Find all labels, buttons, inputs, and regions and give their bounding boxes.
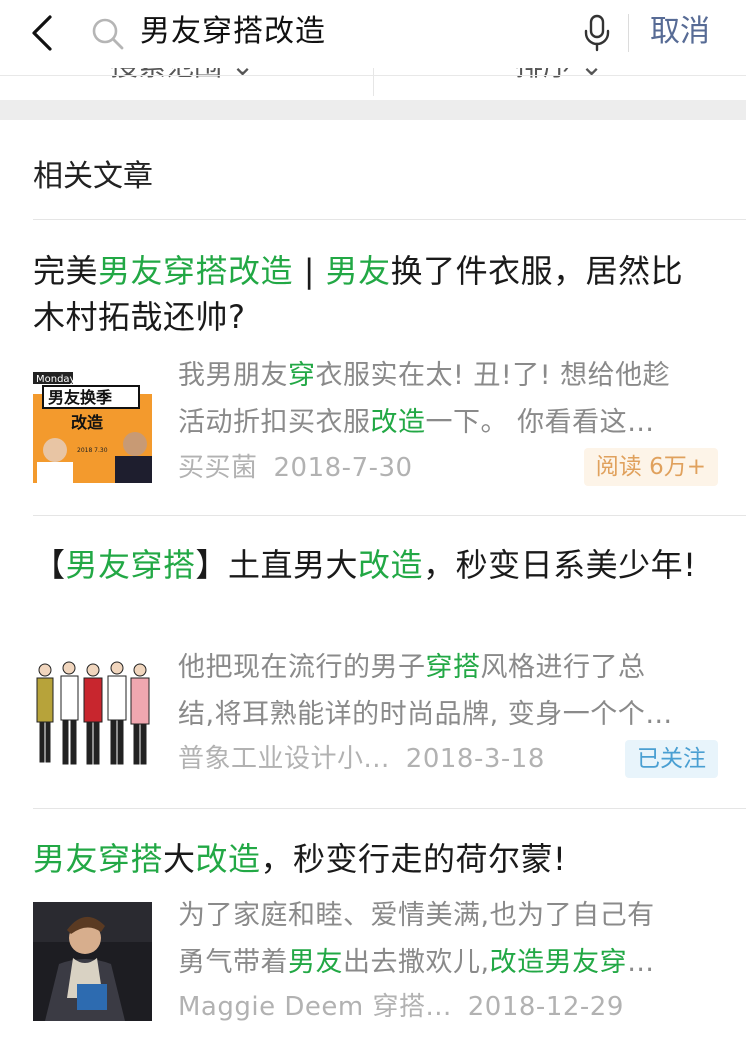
divider xyxy=(33,515,746,516)
article-meta: Maggie Deem 穿搭... 2018-12-29 xyxy=(178,989,624,1025)
title-text: ，秒变行走的荷尔蒙! xyxy=(260,840,567,878)
title-highlight: 男友穿搭改造 xyxy=(98,252,294,290)
search-input[interactable]: 男友穿搭改造 xyxy=(140,12,326,52)
title-highlight: 男友 xyxy=(325,252,391,290)
title-highlight: 改造 xyxy=(195,840,261,878)
article-title[interactable]: 【男友穿搭】土直男大改造，秒变日系美少年! xyxy=(33,542,713,588)
section-gap xyxy=(0,100,746,120)
article-date: 2018-3-18 xyxy=(405,744,545,774)
snippet-highlight: 穿搭 xyxy=(425,652,481,683)
title-highlight: 男友穿搭 xyxy=(33,840,164,878)
snippet-text: 出去撒欢儿, xyxy=(343,947,490,978)
snippet-text: 一下。 你看看这… xyxy=(425,407,655,438)
snippet-highlight: 穿 xyxy=(288,360,316,391)
filter-sort-button[interactable]: 排序 ⌄ xyxy=(515,68,603,86)
snippet-line: 为了家庭和睦、爱情美满,也为了自己有 xyxy=(178,892,723,939)
title-text: 【 xyxy=(33,546,66,584)
section-title: 相关文章 xyxy=(33,159,153,194)
snippet-text: 为了家庭和睦、爱情美满,也为了自己有 xyxy=(178,900,655,931)
article-date: 2018-7-30 xyxy=(273,453,413,483)
divider xyxy=(0,75,746,76)
article-snippet: 他把现在流行的男子穿搭风格进行了总结,将耳熟能详的时尚品牌, 变身一个个… xyxy=(178,644,723,738)
snippet-text: 活动折扣买衣服 xyxy=(178,407,371,438)
snippet-line: 勇气带着男友出去撒欢儿,改造男友穿… xyxy=(178,939,723,986)
title-highlight: 改造 xyxy=(358,546,424,584)
article-source[interactable]: Maggie Deem 穿搭... xyxy=(178,992,452,1022)
snippet-highlight: 改造 xyxy=(370,407,426,438)
article-meta: 普象工业设计小... 2018-3-18 xyxy=(178,741,545,777)
snippet-highlight: 男友 xyxy=(288,947,343,978)
snippet-highlight: 改造男友穿 xyxy=(489,947,628,978)
article-snippet: 为了家庭和睦、爱情美满,也为了自己有 勇气带着男友出去撒欢儿,改造男友穿… xyxy=(178,892,723,986)
search-icon xyxy=(92,18,124,50)
title-highlight: 男友穿搭 xyxy=(65,546,196,584)
article-thumbnail xyxy=(33,902,152,1021)
search-bar: 男友穿搭改造 取消 xyxy=(0,0,746,68)
snippet-text: 我男朋友 xyxy=(178,360,288,391)
snippet-text: 结,将耳熟能详的时尚品牌, 变身一个个… xyxy=(178,699,673,730)
article-card[interactable]: 【男友穿搭】土直男大改造，秒变日系美少年! 他把现在流行的男子穿搭风格进行了总结… xyxy=(33,542,746,808)
filter-scope-button[interactable]: 搜索范围 ⌄ xyxy=(110,68,254,86)
thumb-tag: Monday xyxy=(36,374,76,385)
back-arrow-icon[interactable] xyxy=(26,13,62,53)
read-count-badge: 阅读 6万+ xyxy=(583,448,718,486)
snippet-line: 结,将耳熟能详的时尚品牌, 变身一个个… xyxy=(178,691,723,738)
thumb-date: 2018 7.30 xyxy=(77,447,108,454)
microphone-icon[interactable] xyxy=(582,14,612,52)
article-date: 2018-12-29 xyxy=(467,992,624,1022)
article-thumbnail: Monday 男友换季 改造 2018 7.30 xyxy=(33,364,152,483)
snippet-line: 我男朋友穿衣服实在太! 丑!了! 想给他趁 xyxy=(178,352,723,399)
article-source[interactable]: 普象工业设计小... xyxy=(178,744,390,774)
filter-bar: 搜索范围 ⌄ 排序 ⌄ xyxy=(0,68,746,100)
article-meta: 买买菌 2018-7-30 xyxy=(178,450,413,486)
snippet-line: 他把现在流行的男子穿搭风格进行了总 xyxy=(178,644,723,691)
divider xyxy=(33,219,746,220)
snippet-line: 活动折扣买衣服改造一下。 你看看这… xyxy=(178,399,723,446)
thumb-line1: 男友换季 xyxy=(48,388,113,407)
followed-badge[interactable]: 已关注 xyxy=(625,740,718,778)
article-thumbnail xyxy=(33,654,152,773)
article-source[interactable]: 买买菌 xyxy=(178,453,258,483)
thumb-line2: 改造 xyxy=(71,413,104,432)
cancel-button[interactable]: 取消 xyxy=(650,12,710,52)
snippet-text: 衣服实在太! 丑!了! 想给他趁 xyxy=(315,360,671,391)
title-text: ，秒变日系美少年! xyxy=(423,546,697,584)
snippet-text: 勇气带着 xyxy=(178,947,288,978)
title-text: 】土直男大 xyxy=(195,546,359,584)
title-text: 大 xyxy=(163,840,196,878)
article-card[interactable]: 完美男友穿搭改造 | 男友换了件衣服，居然比木村拓哉还帅? Monday 男友换… xyxy=(33,248,746,514)
article-card[interactable]: 男友穿搭大改造，秒变行走的荷尔蒙! 为了家庭和睦、爱情美满,也为了自己有 勇气带着… xyxy=(33,836,746,1055)
article-snippet: 我男朋友穿衣服实在太! 丑!了! 想给他趁 活动折扣买衣服改造一下。 你看看这… xyxy=(178,352,723,446)
divider xyxy=(373,68,374,96)
snippet-text: … xyxy=(627,947,655,978)
divider xyxy=(628,14,629,52)
article-title[interactable]: 男友穿搭大改造，秒变行走的荷尔蒙! xyxy=(33,836,713,882)
snippet-text: 他把现在流行的男子 xyxy=(178,652,426,683)
title-text: | xyxy=(293,252,326,290)
title-text: 完美 xyxy=(33,252,99,290)
divider xyxy=(33,808,746,809)
snippet-text: 风格进行了总 xyxy=(480,652,646,683)
article-title[interactable]: 完美男友穿搭改造 | 男友换了件衣服，居然比木村拓哉还帅? xyxy=(33,248,713,340)
